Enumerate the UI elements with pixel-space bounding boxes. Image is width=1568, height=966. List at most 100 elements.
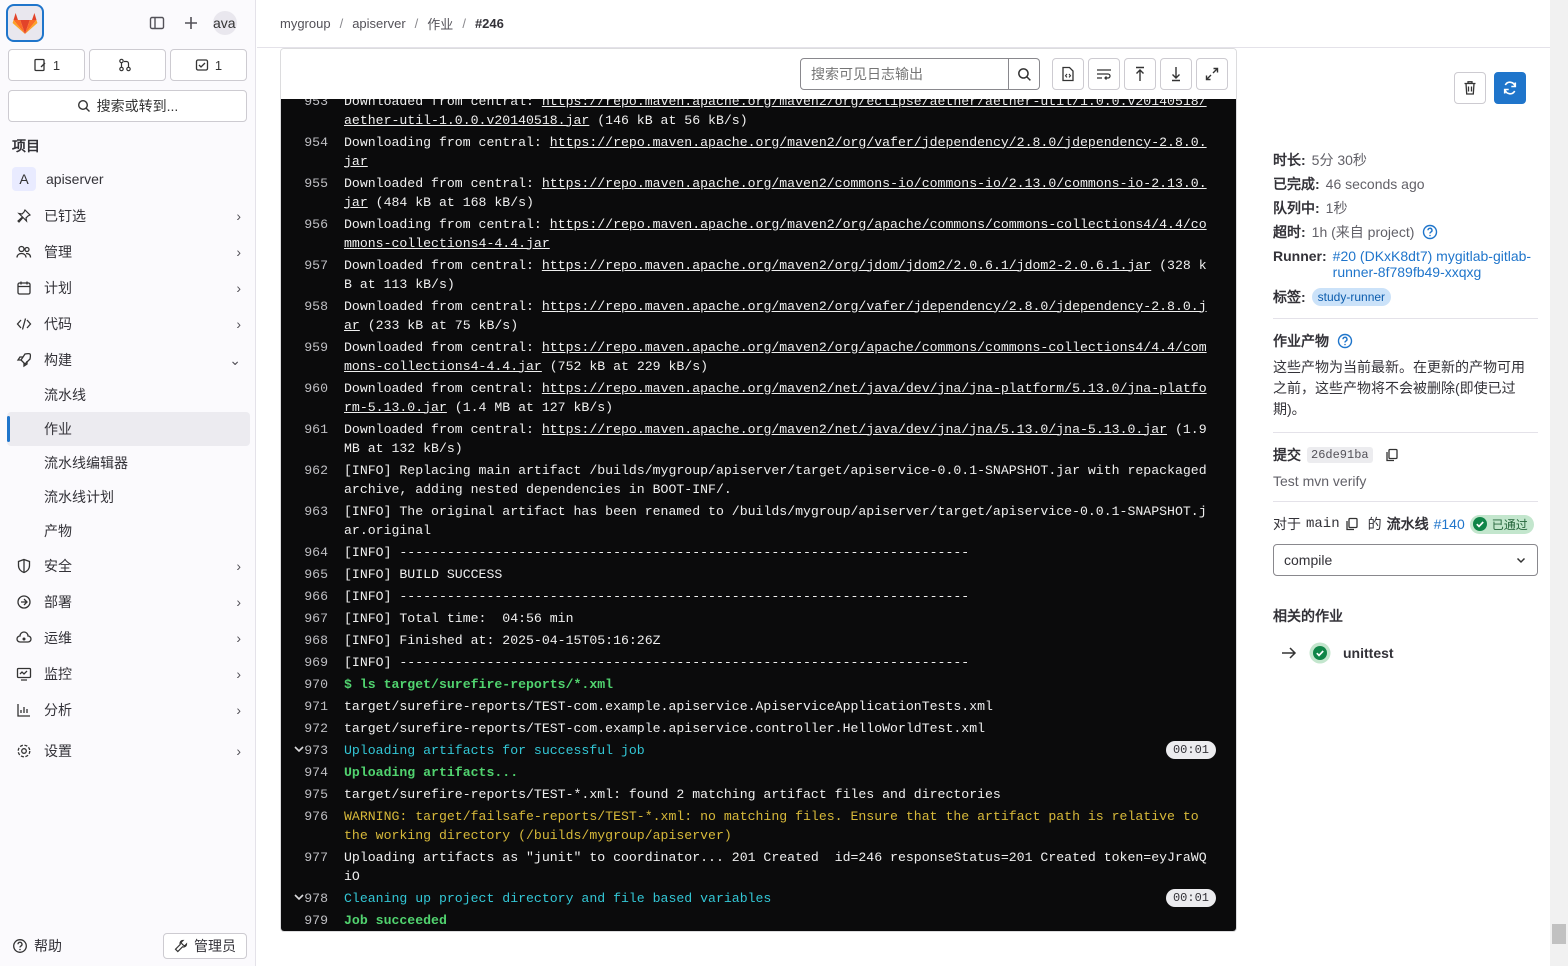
fullscreen-button[interactable] (1196, 58, 1228, 90)
gitlab-logo[interactable] (6, 4, 44, 42)
copy-icon[interactable] (1385, 448, 1399, 462)
log-line-text: Downloaded from central: https://repo.ma… (344, 421, 1215, 456)
sidebar-item-pinned[interactable]: 已钉选 › (0, 198, 255, 234)
erase-job-button[interactable] (1454, 72, 1486, 104)
log-line: 955 Downloaded from central: https://repo… (281, 172, 1236, 213)
sidebar-item-build[interactable]: 构建 ⌄ (0, 342, 255, 378)
question-icon[interactable] (1422, 224, 1438, 240)
breadcrumb-group[interactable]: mygroup (280, 16, 331, 31)
sidebar-item-deploy[interactable]: 部署 › (0, 584, 255, 620)
log-line-number[interactable]: 972 (281, 719, 344, 738)
commit-sha[interactable]: 26de91ba (1307, 447, 1373, 463)
related-job-item[interactable]: unittest (1273, 642, 1538, 664)
breadcrumb-jobs[interactable]: 作业 (427, 14, 453, 33)
log-search-button[interactable] (1009, 58, 1040, 90)
log-line-number[interactable]: 964 (281, 543, 344, 562)
project-link[interactable]: A apiserver (0, 160, 255, 198)
log-line-number[interactable]: 958 (281, 297, 344, 335)
branch-name[interactable]: main (1306, 516, 1340, 532)
sidebar-item-security[interactable]: 安全 › (0, 548, 255, 584)
wrap-lines-button[interactable] (1088, 58, 1120, 90)
log-line-text: Downloaded from central: https://repo.ma… (344, 339, 1207, 374)
log-line-number[interactable]: 977 (281, 848, 344, 886)
log-line-number[interactable]: 959 (281, 338, 344, 376)
todos-count-button[interactable]: 1 (170, 49, 247, 81)
scroll-to-top-button[interactable] (1124, 58, 1156, 90)
log-line-number[interactable]: 960 (281, 379, 344, 417)
log-line-number[interactable]: 956 (281, 215, 344, 253)
sidebar-item-label: 构建 (44, 352, 72, 368)
log-line-text: Downloaded from central: https://repo.ma… (344, 298, 1207, 333)
question-icon[interactable] (1337, 333, 1353, 349)
plus-icon[interactable] (179, 11, 203, 35)
log-line-number[interactable]: 955 (281, 174, 344, 212)
log-line-number[interactable]: 963 (281, 502, 344, 540)
sidebar-sub-artifacts[interactable]: 产物 (0, 514, 255, 548)
deploy-icon (17, 595, 31, 609)
log-line-number[interactable]: 968 (281, 631, 344, 650)
sidebar-item-analyze[interactable]: 分析 › (0, 692, 255, 728)
trash-icon (1464, 81, 1476, 95)
issues-count-button[interactable]: 1 (8, 49, 85, 81)
log-line: 972 target/surefire-reports/TEST-com.exam… (281, 717, 1236, 739)
log-line-number[interactable]: 970 (281, 675, 344, 694)
finished-row: 已完成: 46 seconds ago (1273, 176, 1538, 192)
log-line-number[interactable]: 953 (281, 99, 344, 130)
help-label: 帮助 (34, 938, 62, 954)
sidebar-item-settings[interactable]: 设置 › (0, 733, 255, 769)
artifacts-section-title: 作业产物 (1273, 331, 1538, 351)
log-line-number[interactable]: 961 (281, 420, 344, 458)
log-line-number[interactable]: 957 (281, 256, 344, 294)
sidebar-toggle-icon[interactable] (145, 11, 169, 35)
log-line-number[interactable]: 962 (281, 461, 344, 499)
stage-select[interactable]: compile (1273, 544, 1538, 576)
help-button[interactable]: 帮助 (12, 936, 62, 956)
breadcrumb-project[interactable]: apiserver (352, 16, 405, 31)
log-line-number[interactable]: 974 (281, 763, 344, 782)
log-search-input[interactable] (800, 58, 1009, 90)
sidebar-item-plan[interactable]: 计划 › (0, 270, 255, 306)
sidebar-sub-pipelines[interactable]: 流水线 (0, 378, 255, 412)
merge-requests-button[interactable] (89, 49, 166, 81)
log-line-number[interactable]: 978 (281, 889, 344, 908)
avatar[interactable]: ava (213, 11, 237, 35)
log-line-number[interactable]: 979 (281, 911, 344, 930)
chevron-down-icon[interactable] (293, 742, 305, 761)
admin-button[interactable]: 管理员 (163, 933, 247, 959)
runner-link[interactable]: #20 (DKxK8dt7) mygitlab-gitlab-runner-8f… (1333, 248, 1538, 280)
log-line-number[interactable]: 975 (281, 785, 344, 804)
log-line-number[interactable]: 971 (281, 697, 344, 716)
log-line-number[interactable]: 976 (281, 807, 344, 845)
log-line-number[interactable]: 969 (281, 653, 344, 672)
log-line-number[interactable]: 965 (281, 565, 344, 584)
sidebar-item-code[interactable]: 代码 › (0, 306, 255, 342)
scroll-to-bottom-button[interactable] (1160, 58, 1192, 90)
project-name: apiserver (46, 171, 104, 187)
for-label: 对于 (1273, 516, 1301, 532)
log-line-text: Downloaded from central: https://repo.ma… (344, 380, 1207, 415)
copy-icon[interactable] (1345, 517, 1359, 531)
shield-icon (17, 558, 31, 574)
sidebar-sub-pipeline-schedules[interactable]: 流水线计划 (0, 480, 255, 514)
chevron-down-icon[interactable] (293, 890, 305, 909)
raw-log-button[interactable] (1052, 58, 1084, 90)
pipeline-status-badge[interactable]: 已通过 (1469, 514, 1534, 534)
sidebar-sub-jobs[interactable]: 作业 (7, 412, 250, 446)
log-line-number[interactable]: 954 (281, 133, 344, 171)
page-scrollbar[interactable] (1550, 0, 1568, 966)
sidebar-item-manage[interactable]: 管理 › (0, 234, 255, 270)
log-line-number[interactable]: 966 (281, 587, 344, 606)
scrollbar-thumb[interactable] (1552, 924, 1566, 944)
log-line-number[interactable]: 973 (281, 741, 344, 760)
retry-job-button[interactable] (1494, 72, 1526, 104)
section-duration-badge: 00:01 (1165, 889, 1216, 907)
sidebar-item-operate[interactable]: 运维 › (0, 620, 255, 656)
log-line-number[interactable]: 967 (281, 609, 344, 628)
timeout-row: 超时: 1h (来自 project) (1273, 224, 1538, 240)
breadcrumb-job-id[interactable]: #246 (475, 16, 504, 31)
timeout-label: 超时: (1273, 224, 1306, 240)
sidebar-sub-pipeline-editor[interactable]: 流水线编辑器 (0, 446, 255, 480)
sidebar-item-monitor[interactable]: 监控 › (0, 656, 255, 692)
pipeline-link[interactable]: #140 (1434, 516, 1465, 532)
search-button[interactable]: 搜索或转到... (8, 90, 247, 122)
